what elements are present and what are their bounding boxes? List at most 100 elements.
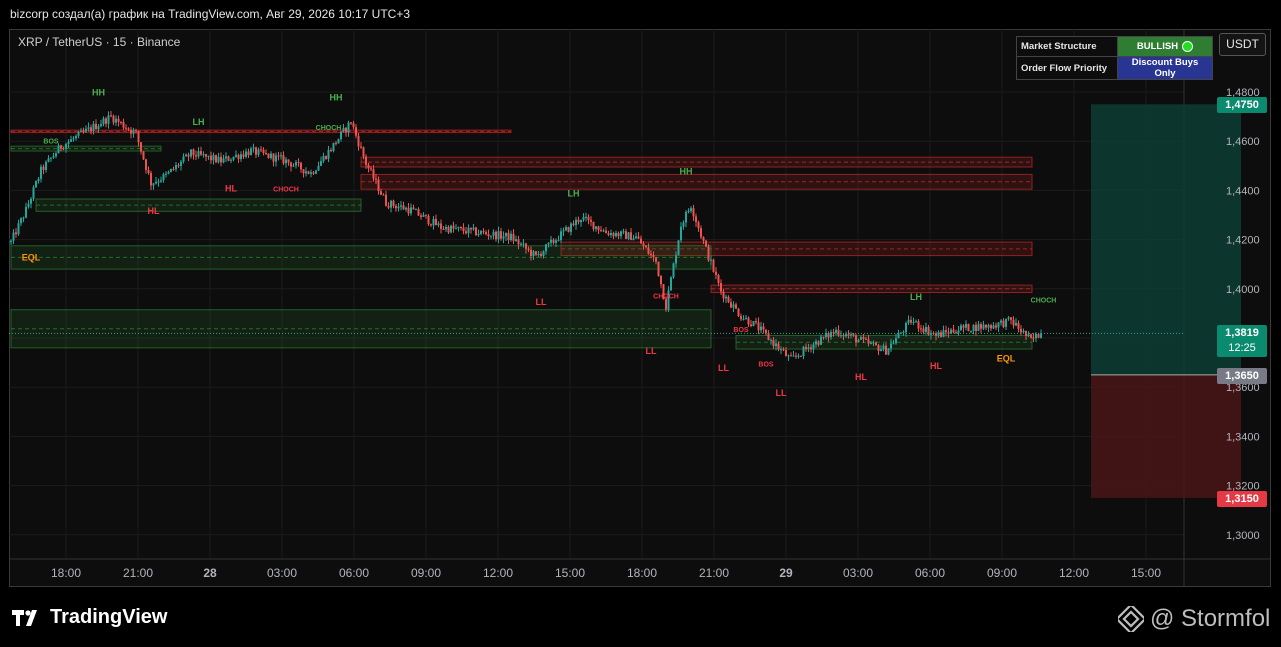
candle-body (347, 122, 350, 133)
candle-body (797, 355, 800, 357)
candle-body (17, 223, 20, 235)
candle-body (597, 226, 600, 231)
candle-body (1022, 330, 1025, 333)
candle-body (32, 187, 35, 199)
candle-body (572, 223, 575, 226)
candle-body (165, 173, 167, 175)
candle-body (492, 231, 495, 236)
candle-body (420, 215, 422, 217)
x-tick-label: 21:00 (123, 566, 153, 580)
candle-body (562, 230, 565, 232)
candle-body (812, 344, 815, 350)
x-tick-label: 03:00 (843, 566, 873, 580)
candle-body (982, 324, 985, 329)
candle-body (315, 170, 317, 174)
candle-body (880, 349, 882, 352)
candle-body (805, 346, 807, 349)
binance-diamond-icon (1118, 606, 1144, 632)
candle-body (242, 154, 245, 157)
candle-body (437, 223, 440, 226)
candle-body (1040, 333, 1042, 338)
candle-body (385, 194, 387, 206)
candle-body (837, 329, 840, 336)
structure-label: CHOCH (653, 294, 679, 301)
candle-body (482, 231, 485, 233)
candle-body (682, 222, 685, 227)
y-tick-label: 1,3600 (1226, 382, 1260, 394)
candle-body (357, 135, 360, 147)
candle-body (87, 127, 90, 129)
candle-body (685, 212, 687, 223)
candle-body (390, 200, 392, 208)
candle-body (372, 169, 375, 179)
candle-body (602, 230, 605, 232)
candle-body (670, 277, 672, 291)
tradingview-logo[interactable]: TradingView (12, 606, 167, 629)
candle-body (625, 231, 627, 239)
candle-body (817, 341, 820, 345)
candle-body (632, 238, 635, 241)
candle-body (745, 317, 747, 319)
candle-body (740, 316, 742, 320)
candle-body (977, 324, 980, 332)
candle-body (607, 233, 610, 236)
candle-body (957, 330, 960, 334)
candle-body (460, 227, 462, 229)
candle-body (655, 257, 657, 262)
x-tick-label: 15:00 (1131, 566, 1161, 580)
candle-body (410, 207, 412, 214)
candle-body (887, 348, 890, 355)
candle-body (715, 271, 717, 275)
x-tick-label: 09:00 (411, 566, 441, 580)
candle-body (890, 343, 892, 349)
candle-body (95, 123, 97, 130)
candle-body (620, 231, 622, 237)
candle-body (237, 154, 240, 160)
candle-body (537, 253, 540, 255)
candle-body (1035, 334, 1037, 339)
candle-body (307, 171, 310, 174)
candle-body (727, 296, 730, 303)
market-structure-label: Market Structure (1016, 36, 1118, 57)
candle-body (940, 332, 942, 337)
candle-body (780, 349, 782, 351)
candle-body (10, 240, 12, 243)
candle-body (500, 231, 502, 239)
market-structure-value: BULLISH (1117, 36, 1213, 57)
candle-body (717, 274, 720, 284)
symbol-info[interactable]: XRP / TetherUS · 15 · Binance (18, 35, 180, 49)
market-status-table: Market Structure BULLISH Order Flow Prio… (1016, 36, 1213, 80)
candle-body (377, 179, 380, 192)
candle-body (362, 147, 365, 157)
x-tick-label: 06:00 (915, 566, 945, 580)
candle-body (810, 347, 812, 350)
candle-body (882, 345, 885, 350)
candle-body (112, 115, 115, 123)
candle-body (750, 324, 752, 327)
candle-body (710, 259, 712, 261)
structure-label: HL (148, 206, 160, 216)
candle-body (457, 227, 460, 229)
candle-body (465, 231, 467, 234)
candle-body (752, 321, 755, 327)
y-tick-label: 1,3000 (1226, 530, 1260, 542)
candle-body (600, 230, 602, 232)
candle-body (287, 159, 290, 163)
price-chart[interactable]: HH LH HH HH LH LH HL HL LL LL LL LL HL HL EQL EQL CHOCH C… (9, 29, 1271, 587)
candle-body (220, 156, 222, 163)
candle-body (800, 355, 802, 357)
structure-label: CHOCH (1031, 297, 1057, 304)
candle-body (905, 322, 907, 333)
candle-body (350, 122, 352, 124)
structure-label: HL (930, 361, 942, 371)
structure-label: LH (568, 189, 580, 199)
chart-header: bizcorp создал(а) график на TradingView.… (10, 7, 411, 21)
candle-body (612, 233, 615, 237)
x-tick-label: 21:00 (699, 566, 729, 580)
candle-body (645, 245, 647, 248)
currency-selector[interactable]: USDT (1219, 33, 1266, 56)
candle-body (175, 165, 177, 170)
order-flow-value: Discount Buys Only (1117, 56, 1213, 80)
candle-body (1010, 317, 1012, 320)
candle-body (400, 205, 402, 207)
